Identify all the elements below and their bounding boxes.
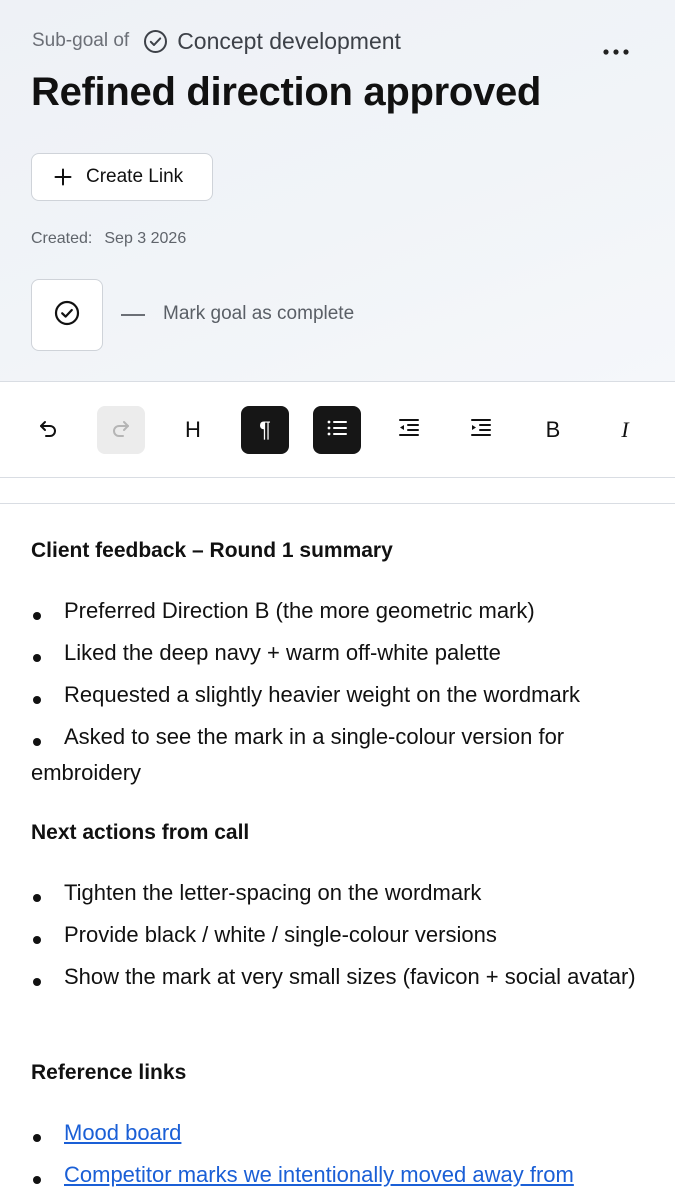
list-item: Show the mark at very small sizes (favic…: [31, 959, 637, 995]
dash-divider: [121, 314, 145, 316]
bold-icon: B: [545, 417, 561, 442]
indent-button[interactable]: [457, 406, 505, 454]
section-heading: Next actions from call: [31, 821, 250, 844]
list-item-text: Provide black / white / single-colour ve…: [64, 922, 497, 947]
list-item: Provide black / white / single-colour ve…: [31, 917, 637, 953]
plus-icon: [54, 168, 72, 186]
bullet-list-button[interactable]: [313, 406, 361, 454]
created-label: Created:: [31, 230, 93, 247]
list-item-text: Liked the deep navy + warm off-white pal…: [64, 640, 501, 665]
list-item: Tighten the letter-spacing on the wordma…: [31, 875, 637, 911]
list-item-text: Tighten the letter-spacing on the wordma…: [64, 880, 482, 905]
subgoal-prefix: Sub-goal of: [32, 30, 130, 51]
create-link-label: Create Link: [86, 166, 184, 187]
bold-button[interactable]: B: [529, 406, 577, 454]
check-circle-icon: [54, 300, 80, 331]
section-heading: Reference links: [31, 1061, 187, 1084]
redo-button[interactable]: [97, 406, 145, 454]
list-item: Competitor marks we intentionally moved …: [31, 1157, 637, 1193]
paragraph-button[interactable]: ¶: [241, 406, 289, 454]
more-horizontal-icon: [603, 49, 629, 55]
more-options-button[interactable]: [598, 40, 634, 64]
list-icon: [326, 417, 348, 444]
mark-complete-button[interactable]: [31, 279, 103, 351]
editor-divider: [0, 478, 675, 504]
reference-link[interactable]: Competitor marks we intentionally moved …: [64, 1162, 574, 1187]
mark-complete-label: Mark goal as complete: [163, 303, 355, 324]
heading-button[interactable]: H: [169, 406, 217, 454]
list-item-text: Requested a slightly heavier weight on t…: [64, 682, 581, 707]
list-item: Requested a slightly heavier weight on t…: [31, 677, 637, 713]
created-info: Created: Sep 3 2026: [31, 230, 186, 248]
parent-goal-breadcrumb[interactable]: Sub-goal of Concept development: [32, 28, 401, 54]
list-item-text: Show the mark at very small sizes (favic…: [64, 964, 636, 989]
reference-link[interactable]: Mood board: [64, 1120, 181, 1145]
undo-icon: [36, 416, 60, 445]
section-heading: Client feedback – Round 1 summary: [31, 539, 393, 562]
parent-goal-title[interactable]: Concept development: [177, 28, 401, 55]
outdent-icon: [398, 417, 420, 444]
list-item: Liked the deep navy + warm off-white pal…: [31, 635, 637, 671]
goal-header: Sub-goal of Concept development Refined …: [0, 0, 675, 382]
list-item: Mood board: [31, 1115, 637, 1151]
editor-content[interactable]: Client feedback – Round 1 summary Prefer…: [0, 504, 675, 1200]
redo-icon: [109, 416, 133, 445]
check-circle-icon: [143, 29, 168, 54]
list-item-text: Asked to see the mark in a single-colour…: [31, 724, 565, 785]
italic-icon: I: [621, 417, 629, 442]
list-item-text: Preferred Direction B (the more geometri…: [64, 598, 535, 623]
list-item: Asked to see the mark in a single-colour…: [31, 719, 637, 791]
created-date: Sep 3 2026: [104, 230, 187, 247]
editor-toolbar: H ¶ B I: [0, 382, 675, 478]
goal-title: Refined direction approved: [31, 70, 542, 114]
italic-button[interactable]: I: [601, 406, 649, 454]
heading-icon: H: [185, 417, 201, 442]
create-link-button[interactable]: Create Link: [31, 153, 213, 201]
outdent-button[interactable]: [385, 406, 433, 454]
pilcrow-icon: ¶: [259, 417, 271, 442]
indent-icon: [470, 417, 492, 444]
list-item: Preferred Direction B (the more geometri…: [31, 593, 637, 629]
undo-button[interactable]: [24, 406, 72, 454]
